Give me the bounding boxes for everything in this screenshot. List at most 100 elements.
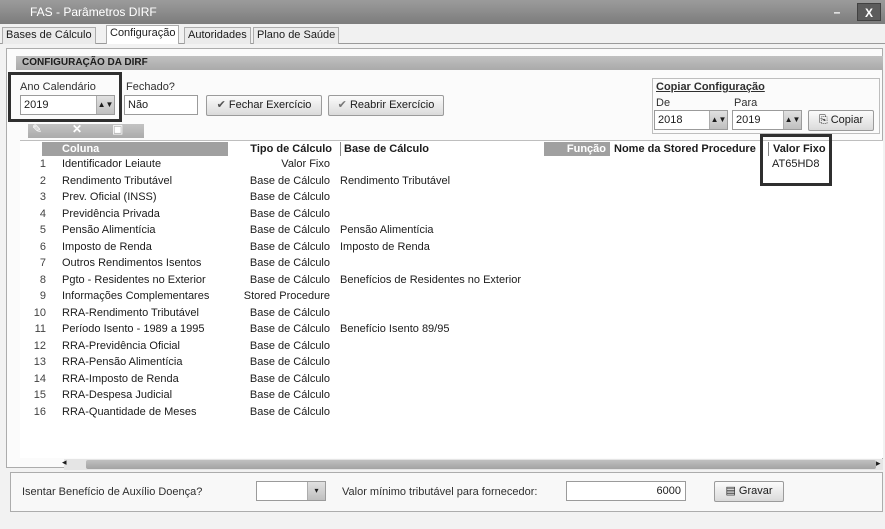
row-number: 15 xyxy=(33,389,46,401)
row-tipo-calculo: Base de Cálculo xyxy=(249,389,330,401)
check-icon: ✔ xyxy=(216,99,226,111)
highlight-box-ano xyxy=(8,72,122,122)
header-coluna[interactable]: Coluna xyxy=(42,142,228,156)
de-value: 2018 xyxy=(658,114,683,126)
header-tipo-calculo[interactable]: Tipo de Cálculo xyxy=(232,142,332,156)
valor-minimo-label: Valor mínimo tributável para fornecedor: xyxy=(342,486,538,498)
row-coluna: RRA-Pensão Alimentícia xyxy=(62,356,183,368)
row-number: 3 xyxy=(39,191,46,203)
copiar-label: Copiar xyxy=(830,114,864,126)
row-tipo-calculo: Base de Cálculo xyxy=(249,405,330,418)
isentar-dropdown-icon[interactable]: ▾ xyxy=(307,482,325,500)
row-base-calculo: Imposto de Renda xyxy=(340,240,430,253)
table-row[interactable]: 5 Pensão Alimentícia Base de Cálculo Pensão… xyxy=(20,222,880,238)
row-number: 11 xyxy=(34,323,46,335)
de-field[interactable]: 2018 ▲▼ xyxy=(654,110,728,130)
row-valor-fixo: AT65HD8 xyxy=(772,158,820,170)
save-icon[interactable]: ▣ xyxy=(112,122,123,136)
reabrir-exercicio-button[interactable]: ✔ Reabrir Exercício xyxy=(328,95,444,116)
row-coluna: Informações Complementares xyxy=(62,290,210,302)
edit-icon[interactable]: ✎ xyxy=(32,122,42,136)
fechar-exercicio-button[interactable]: ✔ Fechar Exercício xyxy=(206,95,322,116)
save-icon: ▤ xyxy=(725,485,736,497)
table-row[interactable]: 8 Pgto - Residentes no Exterior Base de Cá… xyxy=(20,272,880,288)
tab-autoridades[interactable]: Autoridades xyxy=(184,27,251,44)
row-tipo-calculo: Base de Cálculo xyxy=(249,273,330,286)
row-number: 4 xyxy=(39,207,46,220)
grid-toolbar: ✎ ✕ ▣ xyxy=(28,122,144,138)
row-tipo-calculo: Base de Cálculo xyxy=(249,240,330,253)
minimize-button[interactable]: – xyxy=(825,3,849,21)
isentar-field[interactable]: ▾ xyxy=(256,481,326,501)
table-row[interactable]: 12 RRA-Previdência Oficial Base de Cálculo xyxy=(20,338,880,354)
table-row[interactable]: 1 Identificador Leiaute Valor Fixo AT65HD8 xyxy=(20,156,880,172)
tab-bar: Bases de Cálculo Configuração Autoridade… xyxy=(0,24,885,44)
scroll-left-icon[interactable]: ◂ xyxy=(62,457,67,468)
para-label: Para xyxy=(734,97,758,109)
tab-bases-de-calculo[interactable]: Bases de Cálculo xyxy=(2,27,96,44)
row-coluna: Pgto - Residentes no Exterior xyxy=(62,273,206,286)
row-coluna: RRA-Previdência Oficial xyxy=(62,339,180,352)
row-number: 5 xyxy=(39,224,46,236)
row-number: 8 xyxy=(39,273,46,286)
row-coluna: Pensão Alimentícia xyxy=(62,224,156,236)
row-number: 1 xyxy=(39,158,46,170)
row-tipo-calculo: Base de Cálculo xyxy=(249,207,330,220)
row-number: 13 xyxy=(33,356,46,368)
row-number: 10 xyxy=(33,306,46,319)
scrollbar-thumb[interactable] xyxy=(86,460,876,469)
isentar-label: Isentar Benefício de Auxílio Doença? xyxy=(22,486,203,498)
table-row[interactable]: 10 RRA-Rendimento Tributável Base de Cálcu… xyxy=(20,305,880,321)
de-label: De xyxy=(656,97,671,109)
row-tipo-calculo: Base de Cálculo xyxy=(249,323,330,335)
table-row[interactable]: 7 Outros Rendimentos Isentos Base de Cálcu… xyxy=(20,255,880,271)
fechar-exercicio-label: Fechar Exercício xyxy=(228,99,312,111)
para-value: 2019 xyxy=(736,114,761,126)
row-number: 6 xyxy=(39,240,46,253)
header-funcao[interactable]: Função xyxy=(544,142,610,156)
row-coluna: Outros Rendimentos Isentos xyxy=(62,257,202,269)
table-row[interactable]: 16 RRA-Quantidade de Meses Base de Cálculo xyxy=(20,404,880,420)
row-tipo-calculo: Base de Cálculo xyxy=(249,224,330,236)
table-row[interactable]: 11 Período Isento - 1989 a 1995 Base de Cá… xyxy=(20,321,880,337)
row-number: 9 xyxy=(39,290,46,302)
para-spinner-icon[interactable]: ▲▼ xyxy=(783,111,801,129)
row-tipo-calculo: Base de Cálculo xyxy=(249,339,330,352)
table-row[interactable]: 4 Previdência Privada Base de Cálculo xyxy=(20,206,880,222)
para-field[interactable]: 2019 ▲▼ xyxy=(732,110,802,130)
row-base-calculo: Benefício Isento 89/95 xyxy=(340,323,450,335)
copiar-button[interactable]: ⎘ Copiar xyxy=(808,110,874,131)
fechado-field[interactable]: Não xyxy=(124,95,198,115)
tab-plano-de-saude[interactable]: Plano de Saúde xyxy=(253,27,340,44)
table-row[interactable]: 15 RRA-Despesa Judicial Base de Cálculo xyxy=(20,387,880,403)
copy-icon: ⎘ xyxy=(818,114,828,126)
delete-icon[interactable]: ✕ xyxy=(72,122,82,136)
close-button[interactable]: X xyxy=(857,3,881,21)
row-coluna: Previdência Privada xyxy=(62,207,160,220)
row-tipo-calculo: Base de Cálculo xyxy=(249,372,330,385)
table-row[interactable]: 3 Prev. Oficial (INSS) Base de Cálculo xyxy=(20,189,880,205)
valor-minimo-field[interactable]: 6000 xyxy=(566,481,686,501)
row-tipo-calculo: Stored Procedure xyxy=(243,290,330,302)
table-row[interactable]: 14 RRA-Imposto de Renda Base de Cálculo xyxy=(20,371,880,387)
gravar-button[interactable]: ▤ Gravar xyxy=(714,481,784,502)
scroll-right-icon[interactable]: ▸ xyxy=(876,458,881,469)
header-base-calculo[interactable]: Base de Cálculo xyxy=(340,142,540,156)
row-tipo-calculo: Base de Cálculo xyxy=(249,306,330,319)
row-coluna: Identificador Leiaute xyxy=(62,158,162,170)
table-row[interactable]: 6 Imposto de Renda Base de Cálculo Imposto … xyxy=(20,239,880,255)
section-title: CONFIGURAÇÃO DA DIRF xyxy=(16,56,883,70)
row-base-calculo: Benefícios de Residentes no Exterior xyxy=(340,273,521,286)
gravar-label: Gravar xyxy=(738,485,773,497)
row-tipo-calculo: Base de Cálculo xyxy=(249,191,330,203)
tab-configuracao[interactable]: Configuração xyxy=(106,25,180,44)
table-row[interactable]: 9 Informações Complementares Stored Proced… xyxy=(20,288,880,304)
window-title: FAS - Parâmetros DIRF xyxy=(30,5,157,19)
de-spinner-icon[interactable]: ▲▼ xyxy=(709,111,727,129)
table-row[interactable]: 13 RRA-Pensão Alimentícia Base de Cálculo xyxy=(20,354,880,370)
table-row[interactable]: 2 Rendimento Tributável Base de Cálculo Ren… xyxy=(20,173,880,189)
row-coluna: RRA-Rendimento Tributável xyxy=(62,306,199,319)
row-number: 2 xyxy=(39,174,46,187)
row-base-calculo: Pensão Alimentícia xyxy=(340,224,434,236)
header-stored-procedure[interactable]: Nome da Stored Procedure xyxy=(614,142,760,156)
